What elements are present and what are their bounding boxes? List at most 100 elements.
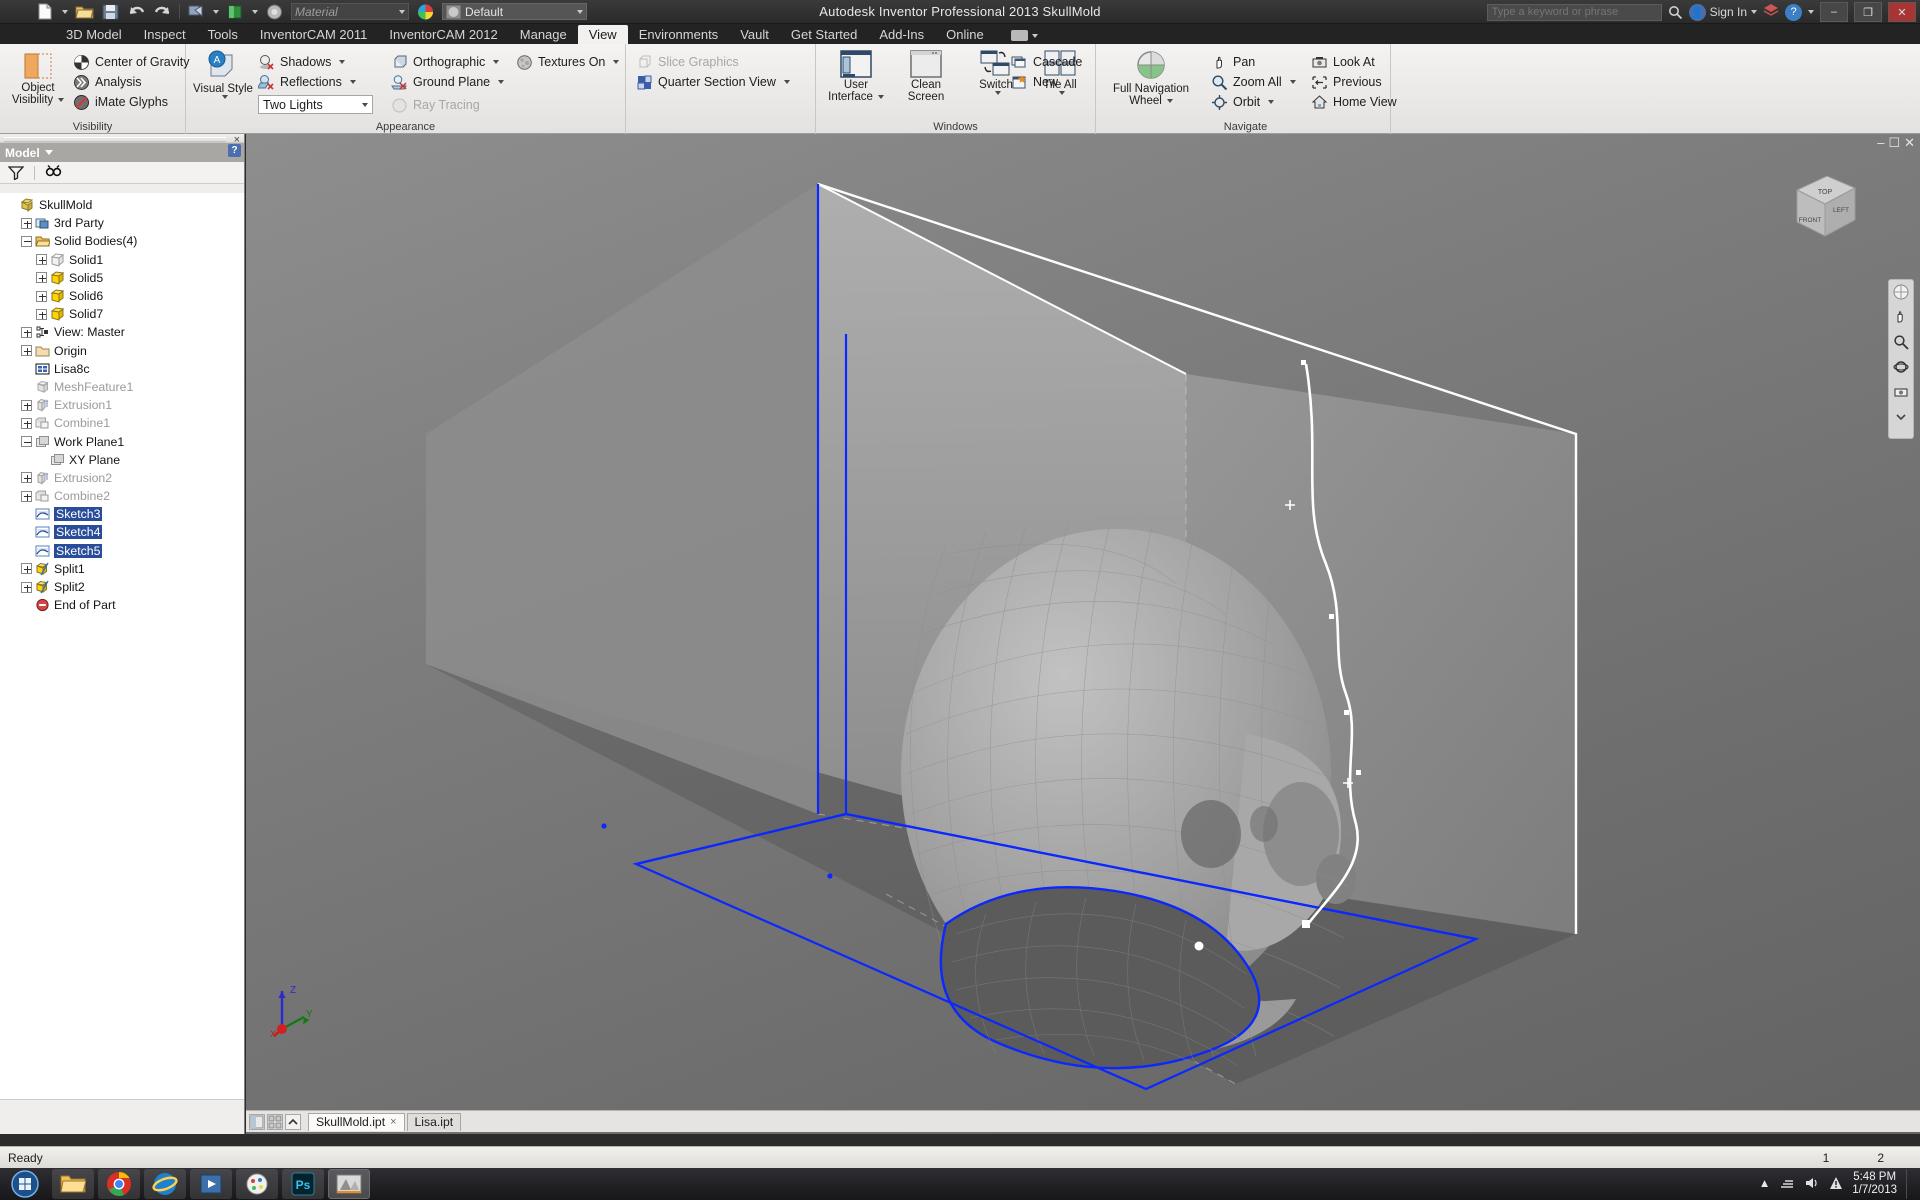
redo-icon[interactable] — [153, 3, 172, 21]
pan-icon[interactable] — [1893, 309, 1909, 325]
analysis-item[interactable]: Analysis — [73, 72, 189, 92]
tree-item-lisa8c[interactable]: Lisa8c — [0, 360, 244, 378]
orbit-item[interactable]: Orbit — [1211, 92, 1296, 112]
tab-online[interactable]: Online — [935, 25, 995, 44]
tab-environments[interactable]: Environments — [628, 25, 729, 44]
tree-expander-icon[interactable] — [21, 490, 32, 502]
maximize-button[interactable]: ❐ — [1854, 2, 1882, 22]
tree-item-meshfeature1[interactable]: MeshFeature1 — [0, 378, 244, 396]
browser-header[interactable]: Model ? — [0, 143, 244, 162]
ribbon-minimize-group[interactable] — [1010, 30, 1038, 44]
tree-item-solid5[interactable]: Solid5 — [0, 269, 244, 287]
orthographic-item[interactable]: Orthographic — [391, 52, 504, 72]
media-icon[interactable] — [190, 1169, 232, 1199]
switch-windows-dropdown-icon[interactable] — [994, 91, 1001, 95]
exchange-apps-icon[interactable] — [1763, 3, 1779, 21]
close-button[interactable]: ✕ — [1888, 2, 1916, 22]
search-input[interactable] — [1486, 3, 1662, 21]
clean-screen-button[interactable]: Clean Screen — [894, 49, 958, 103]
new-file-dropdown-icon[interactable] — [62, 9, 68, 14]
sign-in-button[interactable]: 👤 Sign In — [1688, 3, 1757, 21]
appearance-combo[interactable]: Default — [442, 3, 587, 20]
home-view-item[interactable]: Home View — [1311, 92, 1397, 112]
visual-style-button[interactable]: A Visual Style — [192, 49, 254, 99]
search-icon[interactable] — [1668, 5, 1683, 20]
textures-item[interactable]: Textures On — [516, 52, 620, 72]
tree-expander-icon[interactable] — [21, 417, 32, 429]
reflections-dropdown-icon[interactable] — [349, 80, 356, 84]
volume-icon[interactable] — [1804, 1176, 1820, 1193]
photoshop-icon[interactable]: Ps — [282, 1169, 324, 1199]
doc-tab-lisa[interactable]: Lisa.ipt — [406, 1112, 462, 1131]
new-file-icon[interactable] — [36, 3, 55, 21]
navigation-bar[interactable] — [1888, 279, 1914, 439]
ribbon-state-dropdown-icon[interactable] — [1031, 33, 1038, 38]
tree-item-xy-plane[interactable]: XY Plane — [0, 451, 244, 469]
tree-expander-icon[interactable] — [21, 436, 32, 448]
explorer-icon[interactable] — [52, 1169, 94, 1199]
browser-grip[interactable]: × — [0, 134, 244, 146]
new-window-item[interactable]: New — [1011, 72, 1082, 92]
restore-icon[interactable]: ☐ — [1888, 136, 1900, 149]
tree-expander-icon[interactable] — [21, 563, 32, 575]
tab-get-started[interactable]: Get Started — [780, 25, 868, 44]
tree-item-skullmold[interactable]: SkullMold — [0, 196, 244, 214]
visual-style-dropdown-icon[interactable] — [221, 95, 228, 99]
previous-view-item[interactable]: Previous — [1311, 72, 1397, 92]
graphics-viewport[interactable]: – ☐ ✕ TOP FRONT LEFT Z Y X — [246, 134, 1920, 1134]
doc-tab-close-icon[interactable]: × — [390, 1116, 396, 1128]
tree-expander-icon[interactable] — [36, 272, 47, 284]
help-icon[interactable]: ? — [228, 144, 241, 157]
return-dropdown-icon[interactable] — [252, 9, 258, 14]
pan-item[interactable]: Pan — [1211, 52, 1296, 72]
scroll-up-icon[interactable] — [285, 1113, 301, 1130]
tree-item-solid6[interactable]: Solid6 — [0, 287, 244, 305]
orbit-icon[interactable] — [1893, 359, 1909, 375]
quarter-section-item[interactable]: Quarter Section View — [636, 72, 790, 92]
tree-item-combine1[interactable]: Combine1 — [0, 414, 244, 432]
full-navigation-wheel-button[interactable]: Full Navigation Wheel — [1111, 49, 1191, 107]
close-icon[interactable]: ✕ — [1904, 136, 1915, 149]
tree-expander-icon[interactable] — [21, 472, 32, 484]
tree-expander-icon[interactable] — [21, 217, 32, 229]
full-navigation-wheel-icon[interactable] — [1893, 284, 1909, 300]
inventor-icon[interactable] — [328, 1169, 370, 1199]
object-visibility-dropdown-icon[interactable] — [58, 98, 65, 102]
cascade-item[interactable]: Cascade — [1011, 52, 1082, 72]
minimize-icon[interactable]: – — [1877, 136, 1884, 149]
full-navigation-wheel-dropdown-icon[interactable] — [1166, 99, 1173, 103]
user-interface-dropdown-icon[interactable] — [877, 95, 884, 99]
tree-item-solid7[interactable]: Solid7 — [0, 305, 244, 323]
orbit-dropdown-icon[interactable] — [1268, 100, 1275, 104]
filter-icon[interactable] — [7, 165, 25, 181]
return-icon[interactable] — [226, 3, 245, 21]
find-icon[interactable] — [45, 165, 63, 180]
save-icon[interactable] — [101, 3, 120, 21]
select-dropdown-icon[interactable] — [213, 9, 219, 14]
start-orb-icon[interactable] — [2, 1169, 48, 1199]
tab-add-ins[interactable]: Add-Ins — [868, 25, 935, 44]
zoom-all-item[interactable]: Zoom All — [1211, 72, 1296, 92]
imate-glyphs-item[interactable]: iMate Glyphs — [73, 92, 189, 112]
material-combo[interactable]: Material — [291, 3, 409, 20]
chrome-icon[interactable] — [98, 1169, 140, 1199]
look-at-icon[interactable] — [1893, 384, 1909, 400]
tray-expand-icon[interactable]: ▲ — [1759, 1178, 1770, 1190]
tree-item-extrusion2[interactable]: Extrusion2 — [0, 469, 244, 487]
tree-expander-icon[interactable] — [21, 345, 32, 357]
tab-inventorcam-2012[interactable]: InventorCAM 2012 — [378, 25, 508, 44]
shadows-item[interactable]: Shadows — [258, 52, 373, 72]
tab-view[interactable]: View — [577, 25, 628, 44]
tab-inspect[interactable]: Inspect — [133, 25, 197, 44]
scroll-down-icon[interactable] — [1893, 409, 1909, 425]
doc-tab-skullmold[interactable]: SkullMold.ipt × — [308, 1112, 405, 1131]
tree-expander-icon[interactable] — [36, 290, 47, 302]
tree-item-split1[interactable]: Split1 — [0, 560, 244, 578]
ground-plane-item[interactable]: Ground Plane — [391, 72, 505, 92]
tree-expander-icon[interactable] — [36, 254, 47, 266]
select-icon[interactable] — [187, 3, 206, 21]
tab-vault[interactable]: Vault — [729, 25, 780, 44]
tree-item-solid-bodies-4[interactable]: Solid Bodies(4) — [0, 232, 244, 250]
center-of-gravity-item[interactable]: Center of Gravity — [73, 52, 189, 72]
tree-item-sketch4[interactable]: Sketch4 — [0, 523, 244, 541]
